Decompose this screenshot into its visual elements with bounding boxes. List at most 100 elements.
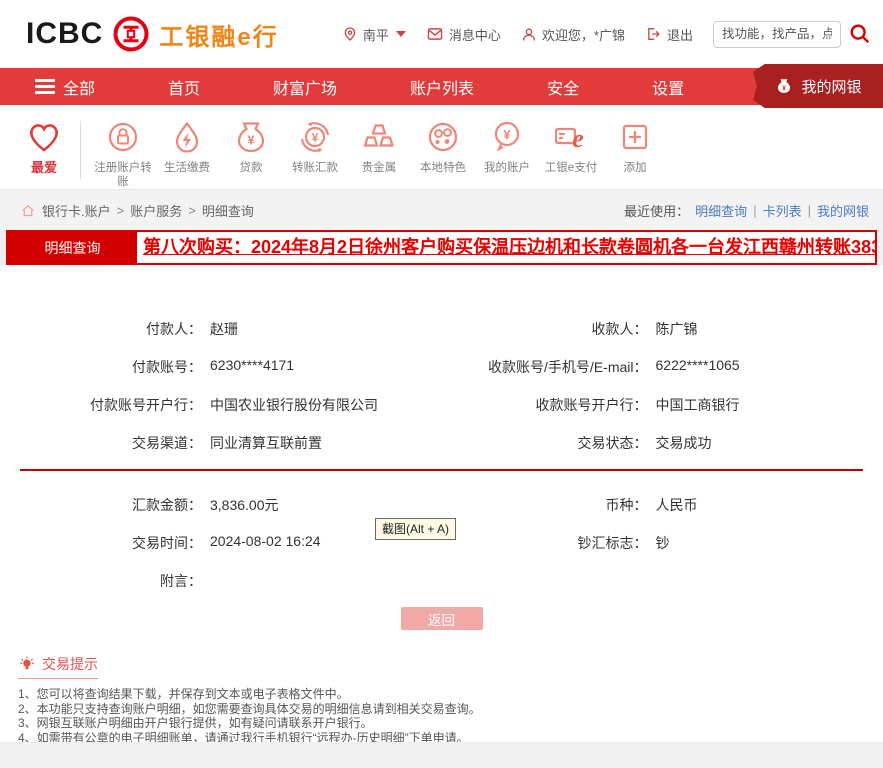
payee-account-label: 收款账号/手机号/E-mail：: [488, 359, 648, 375]
footer-spacer: [0, 742, 883, 768]
nav-item-wealth[interactable]: 财富广场: [273, 75, 337, 99]
shortcut-register-transfer[interactable]: 注册账户转账: [91, 117, 155, 189]
status-value: 交易成功: [655, 435, 712, 451]
lock-circle-icon: [108, 122, 138, 152]
svg-text:¥: ¥: [312, 131, 319, 145]
nav-settings-label: 设置: [652, 80, 685, 98]
detail-row-channel-status: 交易渠道： 同业清算互联前置 交易状态： 交易成功: [0, 431, 883, 455]
logout-icon: [648, 28, 660, 40]
detail-query-banner: 明细查询 第八次购买：2024年8月2日徐州客户购买保温压边机和长款卷圆机各一台…: [6, 230, 877, 265]
shortcut-label: 本地特色: [420, 162, 466, 174]
payee-bank-label: 收款账号开户行：: [535, 397, 648, 413]
shortcut-my-account[interactable]: ¥ 我的账户: [475, 117, 539, 175]
nav-item-settings[interactable]: 设置: [652, 75, 684, 99]
detail-row-amount-currency: 汇款金额： 3,836.00元 币种： 人民币: [0, 493, 883, 517]
shortcut-transfer-remit[interactable]: ¥ 转账汇款: [283, 117, 347, 175]
location-selector[interactable]: 南平: [342, 25, 406, 44]
nav-item-home[interactable]: 首页: [168, 75, 200, 99]
time-value: 2024-08-02 16:24: [210, 533, 321, 549]
amount-value: 3,836.00元: [210, 497, 279, 513]
breadcrumb-segment-service[interactable]: 账户服务: [130, 201, 182, 220]
nav-wealth-label: 财富广场: [273, 80, 338, 98]
my-ebank-tab[interactable]: ¥ 我的网银: [753, 64, 883, 108]
logout-label: 退出: [666, 27, 693, 43]
detail-row-memo: 附言：: [0, 569, 883, 593]
shortcuts-row: 最爱 注册账户转账 生活缴费 ¥ 贷款 ¥ 转账汇款 贵金属 本地特色 ¥ 我的…: [0, 105, 883, 190]
shortcut-favorite[interactable]: 最爱: [12, 117, 76, 175]
heart-icon: [30, 124, 58, 152]
cash-flag-value: 钞: [655, 535, 670, 551]
svg-text:¥: ¥: [503, 127, 511, 142]
shortcut-label: 最爱: [30, 160, 57, 175]
icbc-logo-cn-text: 工银融e行: [159, 23, 279, 51]
recent-link-detail-query[interactable]: 明细查询: [695, 201, 747, 220]
amount-label: 汇款金额：: [132, 497, 202, 513]
breadcrumb-band: 银行卡.账户 > 账户服务 > 明细查询 最近使用： 明细查询 | 卡列表 | …: [0, 190, 883, 230]
payer-bank-label: 付款账号开户行：: [90, 397, 202, 413]
back-button[interactable]: 返回: [400, 607, 483, 630]
shortcut-label: 添加: [623, 162, 647, 174]
header-search: [713, 20, 871, 48]
header-right-cluster: 南平 消息中心 欢迎您，*广锦 退出: [342, 0, 871, 68]
cash-flag-label: 钞汇标志：: [577, 535, 648, 551]
nav-item-security[interactable]: 安全: [547, 75, 579, 99]
chevron-down-icon: [395, 31, 406, 37]
tips-title: 交易提示: [42, 656, 98, 672]
time-label: 交易时间：: [132, 535, 202, 551]
breadcrumb: 银行卡.账户 > 账户服务 > 明细查询: [20, 201, 254, 220]
nav-item-accounts[interactable]: 账户列表: [410, 75, 474, 99]
shortcut-epay[interactable]: e 工银e支付: [539, 117, 603, 175]
envelope-icon: [427, 28, 443, 40]
header: ICBC 工银融e行 南平 消息中心 欢迎您，*广锦 退出 找功能，找产品，点我…: [0, 0, 883, 68]
divider: [80, 121, 81, 179]
search-icon[interactable]: [849, 23, 871, 45]
home-icon: [22, 204, 34, 216]
currency-value: 人民币: [655, 497, 698, 513]
tip-item: 3、网银互联账户明细由开户银行提供，如有疑问请联系开户银行。: [18, 716, 373, 730]
svg-text:¥: ¥: [783, 85, 787, 92]
nav-item-all[interactable]: 全部: [35, 75, 95, 99]
shortcut-label: 注册账户转账: [94, 162, 152, 188]
shortcut-label: 生活缴费: [164, 162, 210, 174]
svg-text:e: e: [572, 124, 584, 153]
shortcut-label: 工银e支付: [544, 162, 598, 174]
shortcut-add[interactable]: 添加: [603, 117, 667, 175]
payer-account-value: 6230****4171: [210, 357, 295, 373]
recent-link-my-ebank[interactable]: 我的网银: [817, 201, 869, 220]
shortcut-precious-metal[interactable]: 贵金属: [347, 117, 411, 175]
user-welcome[interactable]: 欢迎您，*广锦: [521, 25, 625, 44]
add-icon: [622, 124, 648, 150]
recent-link-card-list[interactable]: 卡列表: [763, 201, 802, 220]
tip-item: 2、本功能只支持查询账户明细，如您需要查询具体交易的明细信息请到相关交易查询。: [18, 701, 481, 716]
screenshot-tooltip: 截图(Alt + A): [375, 518, 457, 540]
lightbulb-icon: [20, 656, 34, 670]
breadcrumb-separator: >: [188, 202, 196, 218]
logout-button[interactable]: 退出: [645, 25, 693, 44]
detail-row-accounts: 付款账号： 6230****4171 收款账号/手机号/E-mail： 6222**…: [0, 355, 883, 379]
message-center-label: 消息中心: [448, 27, 501, 43]
main-navbar: 全部 首页 财富广场 账户列表 安全 设置: [0, 68, 883, 105]
nav-home-label: 首页: [168, 80, 201, 98]
search-input[interactable]: [713, 20, 841, 48]
icbc-logo-mark-icon: [113, 16, 149, 52]
shortcut-local-feature[interactable]: 本地特色: [411, 117, 475, 175]
breadcrumb-segment-detail[interactable]: 明细查询: [202, 201, 254, 220]
shortcut-life-pay[interactable]: 生活缴费: [155, 117, 219, 175]
currency-label: 币种：: [605, 497, 648, 513]
tips-list: 1、您可以将查询结果下载，并保存到文本或电子表格文件中。 2、本功能只支持查询账…: [18, 687, 865, 745]
icbc-logo-text: ICBC: [26, 17, 104, 50]
tips-title-row: 交易提示: [18, 654, 98, 679]
payer-account-label: 付款账号：: [132, 359, 202, 375]
shortcut-loan[interactable]: ¥ 贷款: [219, 117, 283, 175]
payee-account-value: 6222****1065: [655, 357, 740, 373]
payee-bank-value: 中国工商银行: [655, 397, 740, 413]
memo-label: 附言：: [160, 573, 202, 589]
breadcrumb-segment-cards[interactable]: 银行卡.账户: [42, 201, 111, 220]
welcome-label: 欢迎您，*广锦: [541, 27, 625, 43]
status-label: 交易状态：: [577, 435, 648, 451]
icbc-logo: ICBC 工银融e行: [26, 14, 279, 54]
location-label: 南平: [362, 27, 389, 43]
detail-query-tab[interactable]: 明细查询: [8, 232, 137, 263]
message-center-link[interactable]: 消息中心: [426, 25, 501, 44]
purchase-notice-text: 第八次购买：2024年8月2日徐州客户购买保温压边机和长款卷圆机各一台发江西赣州…: [143, 237, 875, 257]
